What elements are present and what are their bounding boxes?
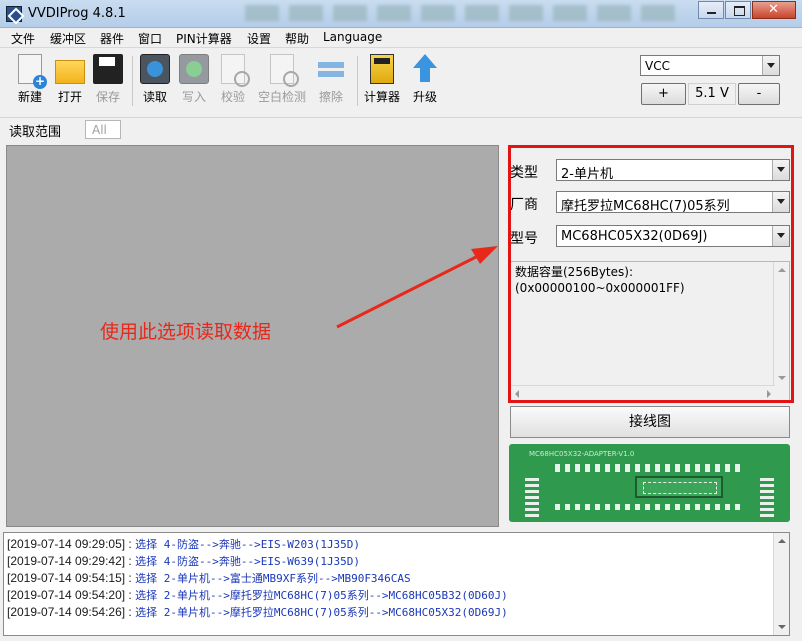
vendor-label: 厂商 <box>510 197 538 213</box>
log-line: [2019-07-14 09:29:42] : 选择 4-防盗-->奔驰-->E… <box>7 554 361 568</box>
type-select[interactable]: 2-单片机 <box>556 159 790 182</box>
floppy-disk-icon <box>93 54 123 84</box>
window-controls <box>697 1 796 19</box>
menu-window[interactable]: 窗口 <box>138 30 162 47</box>
calculator-button[interactable]: 计算器 <box>359 54 405 105</box>
menu-pin-calculator[interactable]: PIN计算器 <box>176 30 232 47</box>
verify-button[interactable]: 校验 <box>210 54 256 105</box>
chip-icon <box>635 476 723 498</box>
up-arrow-icon <box>413 54 437 84</box>
info-vertical-scrollbar[interactable] <box>773 262 789 386</box>
model-label: 型号 <box>510 231 538 247</box>
blurred-title-area <box>245 5 685 21</box>
voltage-increase-button[interactable]: + <box>641 83 686 105</box>
vendor-select[interactable]: 摩托罗拉MC68HC(7)05系列 <box>556 191 790 214</box>
wiring-diagram-button[interactable]: 接线图 <box>510 406 790 438</box>
erase-button[interactable]: 擦除 <box>308 54 354 105</box>
device-info-text: 数据容量(256Bytes): (0x00000100~0x000001FF) <box>515 265 685 295</box>
app-logo-icon <box>6 6 22 22</box>
voltage-value: 5.1 V <box>688 83 736 105</box>
erase-icon <box>316 54 346 84</box>
annotation-text: 使用此选项读取数据 <box>100 321 272 343</box>
folder-icon <box>55 60 85 84</box>
menu-file[interactable]: 文件 <box>11 30 35 47</box>
vcc-select[interactable]: VCC <box>640 55 780 76</box>
chip-read-icon <box>140 54 170 84</box>
blank-check-icon <box>270 54 299 87</box>
menu-bar: 文件 缓冲区 器件 窗口 PIN计算器 设置 帮助 Language <box>0 28 802 48</box>
close-button[interactable] <box>752 1 796 19</box>
board-label: MC68HC05X32-ADAPTER-V1.0 <box>529 450 635 458</box>
upgrade-button[interactable]: 升级 <box>402 54 448 105</box>
chip-write-icon <box>179 54 209 84</box>
maximize-button[interactable] <box>725 1 751 19</box>
menu-device[interactable]: 器件 <box>100 30 124 47</box>
log-panel: [2019-07-14 09:29:05] : 选择 4-防盗-->奔驰-->E… <box>3 532 790 636</box>
new-file-icon <box>18 54 47 89</box>
read-range-label: 读取范围 <box>9 125 62 140</box>
menu-language[interactable]: Language <box>323 30 382 44</box>
chevron-down-icon[interactable] <box>772 192 789 212</box>
device-info-box: 数据容量(256Bytes): (0x00000100~0x000001FF) <box>510 261 790 401</box>
log-line: [2019-07-14 09:54:20] : 选择 2-单片机-->摩托罗拉M… <box>7 588 508 602</box>
menu-settings[interactable]: 设置 <box>247 30 271 47</box>
save-button[interactable]: 保存 <box>85 54 131 105</box>
toolbar-separator <box>357 56 358 106</box>
log-line: [2019-07-14 09:54:26] : 选择 2-单片机-->摩托罗拉M… <box>7 605 508 619</box>
calculator-icon <box>370 54 394 84</box>
model-select[interactable]: MC68HC05X32(0D69J) <box>556 225 790 247</box>
window-title: VVDIProg 4.8.1 <box>28 6 126 21</box>
chevron-down-icon[interactable] <box>772 160 789 180</box>
type-label: 类型 <box>510 165 538 181</box>
chevron-down-icon[interactable] <box>772 226 789 246</box>
read-range-input[interactable]: All <box>85 120 121 139</box>
log-line: [2019-07-14 09:54:15] : 选择 2-单片机-->富士通MB… <box>7 571 411 585</box>
read-range-row: 读取范围 All <box>0 117 802 141</box>
verify-magnifier-icon <box>221 54 250 87</box>
adapter-board-image: MC68HC05X32-ADAPTER-V1.0 <box>509 444 790 522</box>
log-scrollbar[interactable] <box>773 533 789 635</box>
blank-check-button[interactable]: 空白检测 <box>256 54 308 105</box>
menu-help[interactable]: 帮助 <box>285 30 309 47</box>
minimize-button[interactable] <box>698 1 724 19</box>
voltage-decrease-button[interactable]: - <box>738 83 780 105</box>
title-bar: VVDIProg 4.8.1 <box>0 0 802 28</box>
menu-buffer[interactable]: 缓冲区 <box>50 30 86 47</box>
info-horizontal-scrollbar[interactable] <box>511 385 775 400</box>
chevron-down-icon[interactable] <box>762 56 779 75</box>
log-line: [2019-07-14 09:29:05] : 选择 4-防盗-->奔驰-->E… <box>7 537 361 551</box>
